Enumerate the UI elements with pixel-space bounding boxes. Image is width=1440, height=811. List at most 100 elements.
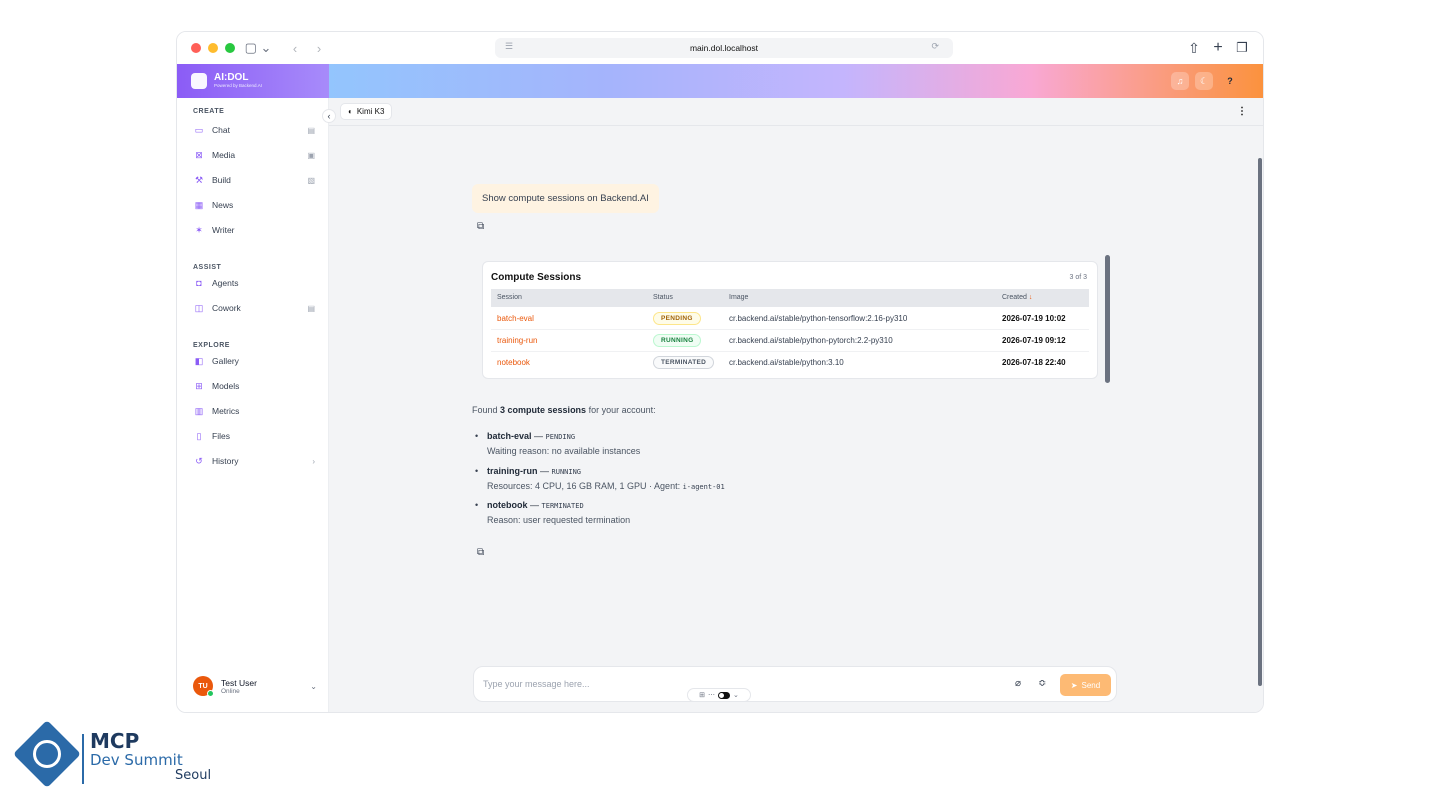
- user-menu[interactable]: TU Test User Online ⌄: [193, 672, 321, 700]
- new-build-icon[interactable]: ▧: [307, 176, 315, 185]
- bullet-dot: •: [475, 466, 479, 476]
- file-icon: ▯: [196, 430, 202, 441]
- page-settings-icon[interactable]: ☰: [505, 41, 513, 52]
- session-created: 2026-07-19 09:12: [1002, 336, 1066, 345]
- sidebar-item-label: Cowork: [212, 303, 241, 313]
- chat-bubble-icon: ▭: [194, 124, 204, 135]
- copy-icon[interactable]: ⧉: [477, 221, 484, 232]
- sidebar-toggle-icon[interactable]: ▢ ⌄: [241, 39, 275, 57]
- column-header-created[interactable]: Created ↓: [1002, 294, 1032, 301]
- answer-intro-post: for your account:: [586, 405, 656, 415]
- settings-sliders-icon[interactable]: ≎: [1038, 678, 1046, 689]
- session-created: 2026-07-19 10:02: [1002, 314, 1066, 323]
- table-row[interactable]: training-run RUNNING cr.backend.ai/stabl…: [491, 330, 1089, 352]
- media-library-icon[interactable]: ▣: [307, 151, 315, 160]
- translate-icon: ✶: [195, 224, 203, 235]
- chat-topbar: ◐ Kimi K3 ⋮: [329, 98, 1263, 126]
- session-image: cr.backend.ai/stable/python:3.10: [729, 358, 844, 367]
- session-created: 2026-07-18 22:40: [1002, 358, 1066, 367]
- collapse-sidebar-button[interactable]: ‹: [322, 109, 336, 123]
- reload-icon[interactable]: ⟳: [931, 41, 939, 52]
- maximize-window-button[interactable]: [225, 43, 235, 53]
- sidebar-item-chat[interactable]: ▭ Chat ▤: [193, 122, 321, 138]
- session-name[interactable]: notebook: [497, 358, 530, 367]
- bullet-detail: Waiting reason: no available instances: [487, 446, 641, 456]
- column-header-image[interactable]: Image: [729, 294, 748, 301]
- bell-icon[interactable]: ♫: [1171, 72, 1189, 90]
- brand-logo-icon: [191, 73, 207, 89]
- mcp-dev-summit-logo: MCP Dev Summit Seoul: [13, 720, 220, 797]
- history-icon: ↺: [195, 455, 203, 466]
- sidebar-item-models[interactable]: ⊞ Models: [193, 378, 321, 394]
- table-row[interactable]: notebook TERMINATED cr.backend.ai/stable…: [491, 352, 1089, 374]
- avatar: TU: [193, 676, 214, 697]
- session-name[interactable]: training-run: [497, 336, 537, 345]
- session-image: cr.backend.ai/stable/python-pytorch:2.2-…: [729, 336, 893, 345]
- model-selector[interactable]: ◐ Kimi K3: [340, 103, 393, 120]
- brand-name: AI:DOL: [214, 72, 249, 83]
- window-controls: [191, 43, 235, 53]
- sidebar-item-writer[interactable]: ✶ Writer: [193, 222, 321, 238]
- column-header-status[interactable]: Status: [653, 294, 673, 301]
- mode-toggle-pill[interactable]: ⊞ ⋯ ⌄: [687, 688, 751, 702]
- tools-icon: ⊞: [699, 692, 705, 699]
- user-message: Show compute sessions on Backend.AI: [472, 184, 659, 213]
- browser-toolbar: ▢ ⌄ ‹ › ☰ main.dol.localhost ⟳ ⇧ + ❐: [177, 32, 1263, 64]
- message-input[interactable]: Type your message here...: [483, 679, 590, 689]
- sidebar-item-label: Writer: [212, 225, 235, 235]
- help-icon[interactable]: ?: [1221, 72, 1239, 90]
- bullet-name: batch-eval: [487, 431, 532, 441]
- paperclip-icon[interactable]: ⌀: [1015, 678, 1021, 689]
- copy-icon[interactable]: ⧉: [477, 547, 484, 558]
- sidebar-item-build[interactable]: ⚒ Build ▧: [193, 172, 321, 188]
- sidebar-item-news[interactable]: ▦ News: [193, 197, 321, 213]
- tab-overview-icon[interactable]: ❐: [1233, 39, 1251, 57]
- sidebar-item-history[interactable]: ↺ History ›: [193, 453, 321, 469]
- more-options-icon[interactable]: ⋮: [1237, 106, 1247, 117]
- new-tab-icon[interactable]: +: [1209, 39, 1227, 57]
- sidebar-item-label: Chat: [212, 125, 230, 135]
- newspaper-icon: ▦: [194, 199, 204, 210]
- share-icon[interactable]: ⇧: [1185, 39, 1203, 57]
- sidebar-item-label: Agents: [212, 278, 239, 288]
- back-icon[interactable]: ‹: [287, 39, 303, 57]
- forward-icon[interactable]: ›: [311, 39, 327, 57]
- bullet-status: RUNNING: [551, 468, 582, 476]
- moon-icon[interactable]: ☾: [1195, 72, 1213, 90]
- session-image: cr.backend.ai/stable/python-tensorflow:2…: [729, 314, 908, 323]
- toggle-switch[interactable]: [718, 691, 730, 699]
- sidebar-item-files[interactable]: ▯ Files: [193, 428, 321, 444]
- sessions-table-card: Compute Sessions 3 of 3 Session Status I…: [482, 261, 1098, 379]
- browser-window: ▢ ⌄ ‹ › ☰ main.dol.localhost ⟳ ⇧ + ❐ AI:…: [176, 31, 1264, 713]
- sort-down-icon: ↓: [1028, 294, 1033, 301]
- user-name: Test User: [221, 677, 257, 688]
- send-icon: ➤: [1070, 680, 1078, 690]
- sidebar-item-metrics[interactable]: ▥ Metrics: [193, 403, 321, 419]
- new-cowork-icon[interactable]: ▤: [307, 304, 315, 313]
- close-window-button[interactable]: [191, 43, 201, 53]
- status-badge: PENDING: [653, 312, 701, 325]
- chat-scrollbar[interactable]: [1258, 158, 1262, 686]
- brand-header[interactable]: AI:DOL Powered by Backend.AI: [177, 64, 329, 98]
- sidebar-item-media[interactable]: ⊠ Media ▣: [193, 147, 321, 163]
- sidebar-item-agents[interactable]: ◘ Agents: [193, 275, 321, 291]
- column-header-session[interactable]: Session: [497, 294, 522, 301]
- session-name[interactable]: batch-eval: [497, 314, 534, 323]
- sidebar-item-label: Files: [212, 431, 230, 441]
- minimize-window-button[interactable]: [208, 43, 218, 53]
- brand-tagline: Powered by Backend.AI: [214, 83, 263, 88]
- bullet-dash: —: [537, 466, 552, 476]
- send-button[interactable]: ➤ Send: [1060, 674, 1111, 696]
- table-scrollbar[interactable]: [1105, 255, 1110, 383]
- table-row[interactable]: batch-eval PENDING cr.backend.ai/stable/…: [491, 308, 1089, 330]
- sidebar-item-cowork[interactable]: ◫ Cowork ▤: [193, 300, 321, 316]
- header-banner: ♫ ☾ ?: [329, 64, 1263, 98]
- sidebar-item-label: Build: [212, 175, 231, 185]
- new-chat-icon[interactable]: ▤: [307, 126, 315, 135]
- address-bar[interactable]: ☰ main.dol.localhost ⟳: [495, 38, 953, 58]
- table-count: 3 of 3: [1069, 274, 1087, 281]
- assistant-answer-intro: Found 3 compute sessions for your accoun…: [472, 405, 656, 415]
- logo-text-seoul: Seoul: [175, 768, 212, 783]
- app: AI:DOL Powered by Backend.AI CREATE ▭ Ch…: [177, 64, 1263, 712]
- sidebar-item-gallery[interactable]: ◧ Gallery: [193, 353, 321, 369]
